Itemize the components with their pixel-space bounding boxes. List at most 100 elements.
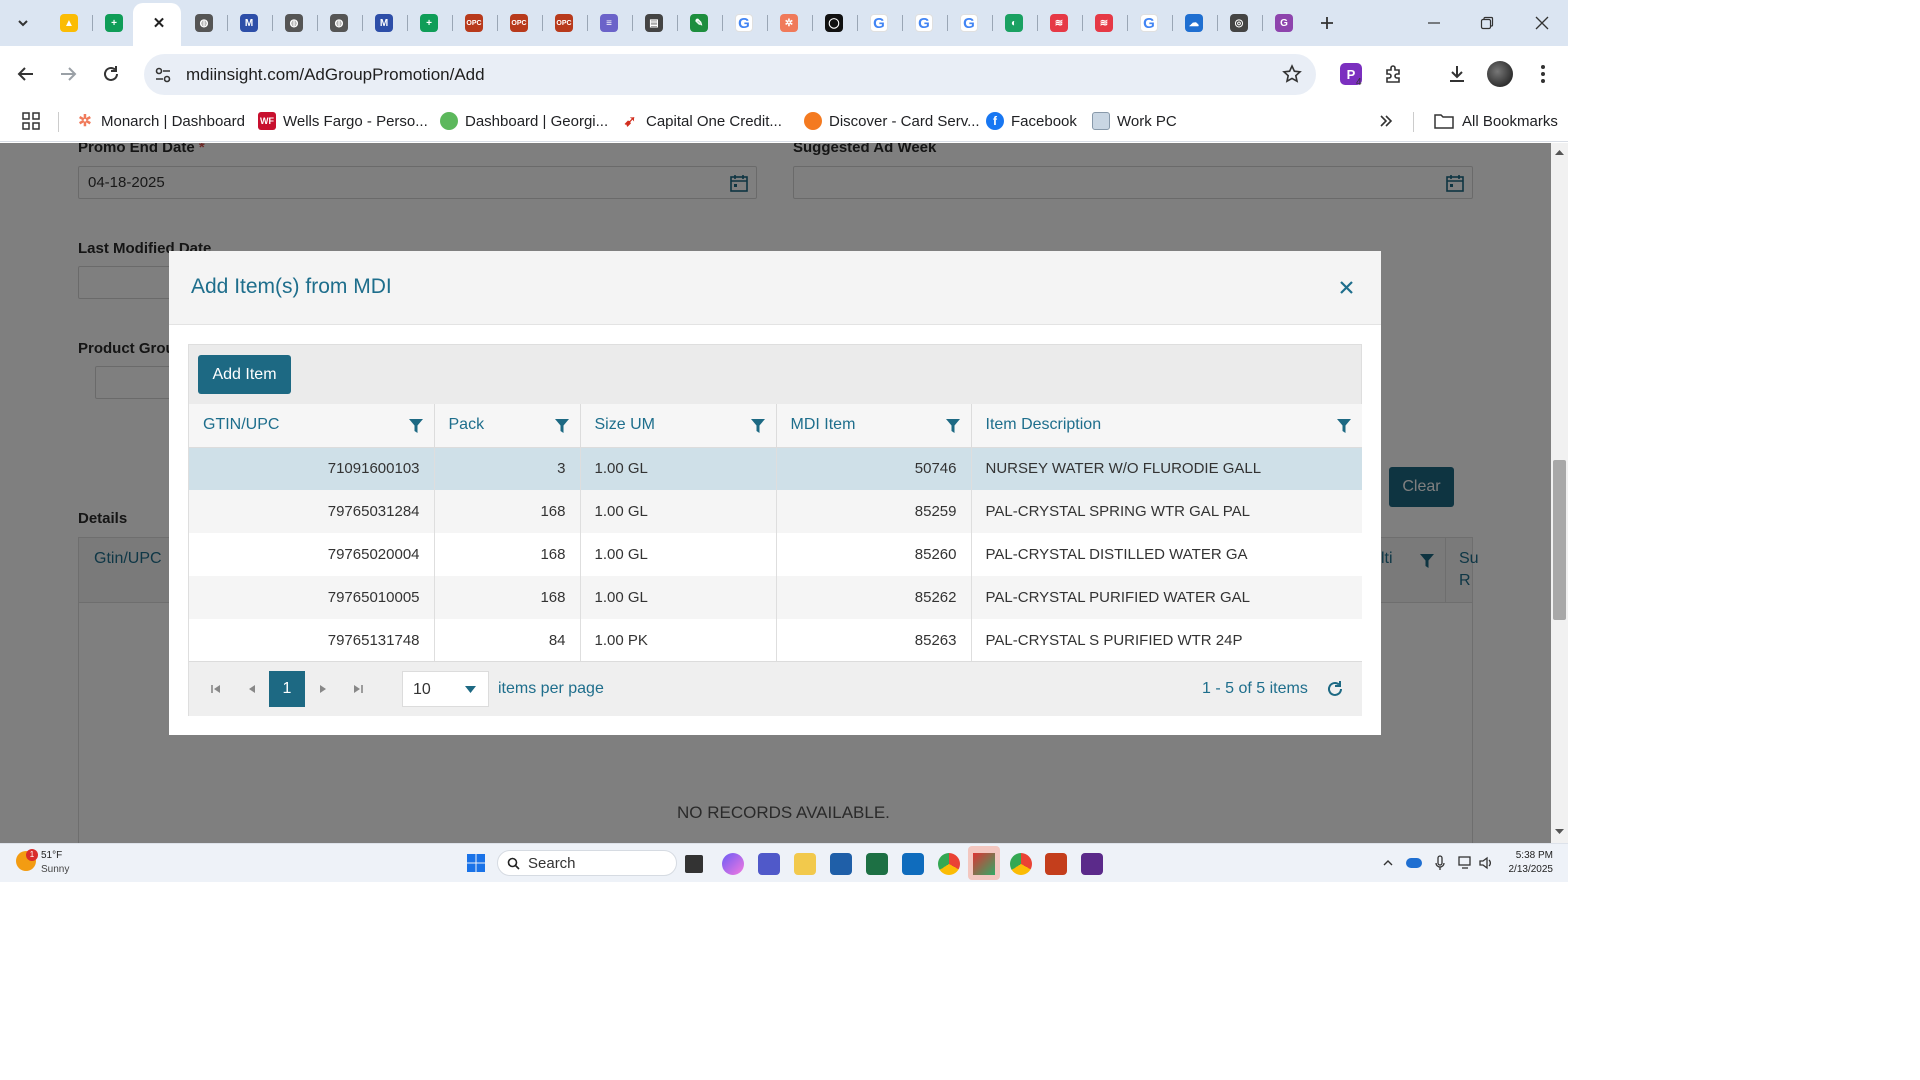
page-scrollbar[interactable] [1551,143,1568,843]
refresh-icon[interactable] [1325,679,1345,699]
filter-icon[interactable] [554,418,570,434]
prev-page-button[interactable] [242,679,262,699]
browser-tab[interactable]: ◍ [281,10,307,36]
filter-icon[interactable] [1336,418,1352,434]
task-view-icon[interactable] [685,855,703,873]
table-row[interactable]: 71091600103 3 1.00 GL 50746 NURSEY WATER… [189,447,1362,490]
taskbar-search[interactable]: Search [497,850,677,876]
filter-icon[interactable] [750,418,766,434]
table-row[interactable]: 79765010005 168 1.00 GL 85262 PAL-CRYSTA… [189,576,1362,619]
back-button[interactable] [13,61,39,87]
volume-icon[interactable] [1478,855,1494,871]
column-header-item-description[interactable]: Item Description [971,404,1362,448]
scroll-up-icon[interactable] [1555,149,1564,155]
app-q-icon[interactable] [1081,853,1103,875]
all-bookmarks[interactable]: All Bookmarks [1434,110,1558,132]
bookmark-wellsfargo[interactable]: WF Wells Fargo - Perso... [258,110,428,132]
bookmark-discover[interactable]: Discover - Card Serv... [804,110,980,132]
browser-tab[interactable]: G [731,10,757,36]
browser-tab[interactable]: M [236,10,262,36]
browser-tab[interactable]: G [1136,10,1162,36]
browser-tab[interactable]: + [416,10,442,36]
file-explorer-icon[interactable] [794,853,816,875]
browser-tab[interactable]: ◎ [1226,10,1252,36]
bookmark-workpc[interactable]: Work PC [1092,110,1177,132]
taskbar-active-app[interactable] [968,846,1000,880]
browser-tab[interactable]: ≡ [596,10,622,36]
teams-icon[interactable] [758,853,780,875]
minimize-button[interactable] [1421,10,1447,36]
browser-tab[interactable]: ◍ [191,10,217,36]
weather-temperature[interactable]: 51°F [41,850,62,861]
copilot-icon[interactable] [722,853,744,875]
chrome-profile-icon[interactable] [1010,853,1032,875]
browser-tab[interactable]: G [1271,10,1297,36]
microphone-icon[interactable] [1435,855,1445,871]
browser-tab[interactable]: ◐ [1001,10,1027,36]
profile-button[interactable] [1487,61,1513,87]
first-page-button[interactable] [206,679,226,699]
browser-tab[interactable]: ◯ [821,10,847,36]
browser-tab[interactable]: ◍ [326,10,352,36]
bookmark-georgia[interactable]: Dashboard | Georgi... [440,110,608,132]
chevron-up-icon[interactable] [1383,859,1393,866]
page-size-select[interactable]: 10 [402,671,489,707]
apps-button[interactable] [18,108,44,134]
scroll-down-icon[interactable] [1555,829,1564,835]
new-tab-button[interactable] [1314,10,1340,36]
table-row[interactable]: 79765031284 168 1.00 GL 85259 PAL-CRYSTA… [189,490,1362,533]
reload-button[interactable] [98,61,124,87]
browser-tab[interactable]: ▤ [641,10,667,36]
filter-icon[interactable] [408,418,424,434]
start-button[interactable] [466,853,486,873]
browser-tab[interactable]: ≋ [1091,10,1117,36]
browser-tab[interactable]: G [866,10,892,36]
scrollbar-thumb[interactable] [1553,460,1566,620]
last-page-button[interactable] [348,679,368,699]
browser-tab[interactable]: ▲ [56,10,82,36]
site-info-icon[interactable] [154,66,172,84]
star-icon[interactable] [1282,64,1302,84]
close-window-button[interactable] [1529,10,1555,36]
excel-icon[interactable] [866,853,888,875]
onedrive-icon[interactable] [1406,858,1422,868]
clock-time[interactable]: 5:38 PM [1510,850,1553,861]
browser-tab[interactable]: ≋ [1046,10,1072,36]
browser-tab[interactable]: G [911,10,937,36]
menu-button[interactable] [1530,61,1556,87]
close-tab-button[interactable]: ✕ [146,10,172,36]
more-bookmarks-button[interactable] [1373,108,1399,134]
powerpoint-icon[interactable] [1045,853,1067,875]
column-header-size-um[interactable]: Size UM [580,404,777,448]
dialog-close-button[interactable] [1335,276,1357,298]
filter-icon[interactable] [945,418,961,434]
forward-button[interactable] [55,61,81,87]
restore-button[interactable] [1474,10,1500,36]
bookmark-monarch[interactable]: ✲ Monarch | Dashboard [76,110,245,132]
page-number-button[interactable]: 1 [269,671,305,707]
browser-tab[interactable]: + [101,10,127,36]
browser-tab[interactable]: M [371,10,397,36]
next-page-button[interactable] [313,679,333,699]
table-row[interactable]: 79765020004 168 1.00 GL 85260 PAL-CRYSTA… [189,533,1362,576]
bookmark-facebook[interactable]: f Facebook [986,110,1077,132]
browser-tab[interactable]: ✎ [686,10,712,36]
browser-tab[interactable]: ☁ [1181,10,1207,36]
browser-tab[interactable]: G [956,10,982,36]
extensions-button[interactable] [1381,61,1407,87]
browser-tab[interactable]: OPC [506,10,532,36]
address-bar[interactable]: mdiinsight.com/AdGroupPromotion/Add [144,54,1316,95]
browser-tab[interactable]: OPC [461,10,487,36]
add-item-button[interactable]: Add Item [198,355,291,394]
table-row[interactable]: 79765131748 84 1.00 PK 85263 PAL-CRYSTAL… [189,619,1362,662]
url-text[interactable]: mdiinsight.com/AdGroupPromotion/Add [186,65,485,85]
tab-search-button[interactable] [10,10,36,36]
outlook-icon[interactable] [902,853,924,875]
downloads-button[interactable] [1444,61,1470,87]
column-header-mdi-item[interactable]: MDI Item [776,404,972,448]
column-header-gtin[interactable]: GTIN/UPC [189,404,435,448]
browser-tab[interactable]: ✲ [776,10,802,36]
network-icon[interactable] [1458,855,1474,871]
extension-button[interactable]: P 4 [1338,61,1364,88]
store-icon[interactable] [830,853,852,875]
